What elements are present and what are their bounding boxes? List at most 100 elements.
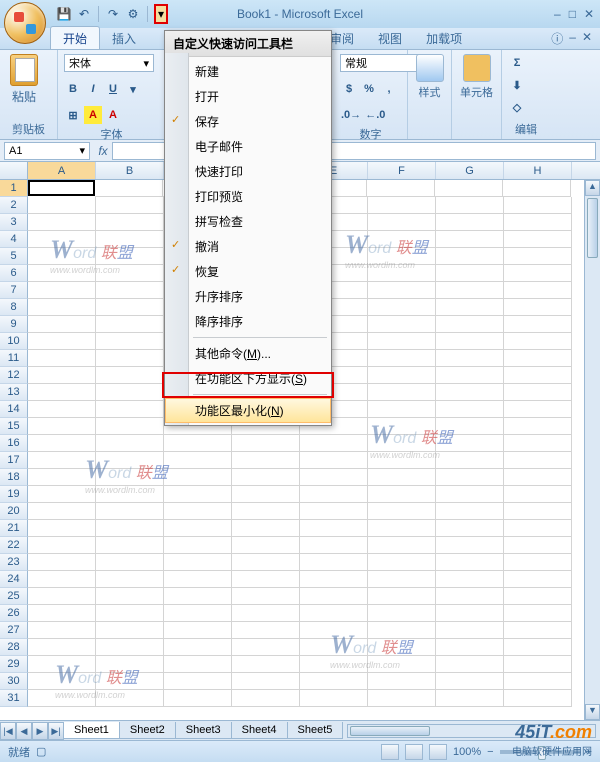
row-header[interactable]: 6: [0, 265, 28, 282]
cell[interactable]: [28, 401, 96, 418]
scroll-up-button[interactable]: ▲: [585, 180, 600, 196]
cell[interactable]: [368, 265, 436, 282]
cell[interactable]: [96, 554, 164, 571]
cell[interactable]: [504, 503, 572, 520]
cell[interactable]: [96, 452, 164, 469]
cell[interactable]: [436, 486, 504, 503]
cell[interactable]: [232, 622, 300, 639]
cell[interactable]: [300, 673, 368, 690]
tab-addins[interactable]: 加载项: [414, 27, 474, 49]
zoom-out-button[interactable]: −: [487, 746, 493, 758]
name-box[interactable]: A1▾: [4, 142, 90, 160]
cell[interactable]: [368, 571, 436, 588]
cell[interactable]: [232, 588, 300, 605]
border-icon[interactable]: ⊞: [64, 106, 82, 124]
undo-icon[interactable]: ↶: [76, 6, 92, 22]
page-layout-view-button[interactable]: [405, 744, 423, 760]
cell[interactable]: [300, 537, 368, 554]
cell[interactable]: [504, 231, 572, 248]
cell[interactable]: [300, 554, 368, 571]
row-header[interactable]: 14: [0, 401, 28, 418]
cell[interactable]: [436, 469, 504, 486]
cell[interactable]: [28, 299, 96, 316]
cell[interactable]: [28, 571, 96, 588]
cell[interactable]: [504, 622, 572, 639]
cell[interactable]: [368, 588, 436, 605]
cell[interactable]: [232, 452, 300, 469]
cell[interactable]: [435, 180, 503, 197]
cell[interactable]: [28, 316, 96, 333]
cell[interactable]: [300, 435, 368, 452]
cell[interactable]: [96, 350, 164, 367]
cell[interactable]: [28, 214, 96, 231]
office-button[interactable]: [4, 2, 46, 44]
cell[interactable]: [28, 605, 96, 622]
cell[interactable]: [436, 299, 504, 316]
cell[interactable]: [436, 418, 504, 435]
cell[interactable]: [504, 571, 572, 588]
cells-button[interactable]: 单元格: [458, 54, 495, 100]
cell[interactable]: [96, 333, 164, 350]
cell[interactable]: [368, 469, 436, 486]
cell[interactable]: [232, 435, 300, 452]
menu-item[interactable]: 打开: [165, 84, 331, 109]
cell[interactable]: [436, 622, 504, 639]
cell[interactable]: [164, 673, 232, 690]
cell[interactable]: [164, 656, 232, 673]
cell[interactable]: [96, 197, 164, 214]
menu-item-minimize-ribbon[interactable]: 功能区最小化(N): [165, 398, 331, 423]
clear-button[interactable]: ◇: [508, 98, 526, 116]
currency-button[interactable]: $: [340, 80, 358, 98]
cell[interactable]: [504, 673, 572, 690]
cell[interactable]: [300, 469, 368, 486]
row-header[interactable]: 26: [0, 605, 28, 622]
ribbon-close-icon[interactable]: ✕: [582, 30, 592, 47]
cell[interactable]: [96, 401, 164, 418]
row-header[interactable]: 29: [0, 656, 28, 673]
row-header[interactable]: 30: [0, 673, 28, 690]
cell[interactable]: [504, 384, 572, 401]
cell[interactable]: [28, 520, 96, 537]
cell[interactable]: [28, 656, 96, 673]
cell[interactable]: [96, 486, 164, 503]
cell[interactable]: [504, 554, 572, 571]
row-header[interactable]: 12: [0, 367, 28, 384]
cell[interactable]: [368, 690, 436, 707]
cell[interactable]: [436, 384, 504, 401]
redo-icon[interactable]: ↷: [105, 6, 121, 22]
menu-item[interactable]: ✓保存: [165, 109, 331, 134]
normal-view-button[interactable]: [381, 744, 399, 760]
menu-item[interactable]: 快速打印: [165, 159, 331, 184]
cell[interactable]: [504, 350, 572, 367]
cell[interactable]: [96, 231, 164, 248]
cell[interactable]: [96, 639, 164, 656]
cell[interactable]: [164, 435, 232, 452]
cell[interactable]: [436, 401, 504, 418]
tab-home[interactable]: 开始: [50, 26, 100, 49]
cell[interactable]: [28, 180, 95, 196]
paste-button[interactable]: 粘贴: [6, 54, 42, 105]
row-header[interactable]: 2: [0, 197, 28, 214]
cell[interactable]: [96, 384, 164, 401]
comma-button[interactable]: ,: [380, 80, 398, 98]
menu-item-show-below[interactable]: 在功能区下方显示(S): [165, 366, 331, 391]
cell[interactable]: [504, 520, 572, 537]
cell[interactable]: [300, 588, 368, 605]
row-header[interactable]: 24: [0, 571, 28, 588]
cell[interactable]: [28, 248, 96, 265]
scroll-thumb[interactable]: [587, 198, 598, 258]
cell[interactable]: [436, 520, 504, 537]
cell[interactable]: [96, 571, 164, 588]
cell[interactable]: [96, 690, 164, 707]
cell[interactable]: [164, 520, 232, 537]
cell[interactable]: [96, 588, 164, 605]
cell[interactable]: [28, 503, 96, 520]
sheet-tab-4[interactable]: Sheet4: [231, 722, 288, 739]
decrease-decimal-button[interactable]: ←.0: [364, 106, 386, 124]
cell[interactable]: [164, 605, 232, 622]
row-header[interactable]: 19: [0, 486, 28, 503]
cell[interactable]: [96, 214, 164, 231]
cell[interactable]: [504, 401, 572, 418]
cell[interactable]: [504, 265, 572, 282]
row-header[interactable]: 28: [0, 639, 28, 656]
